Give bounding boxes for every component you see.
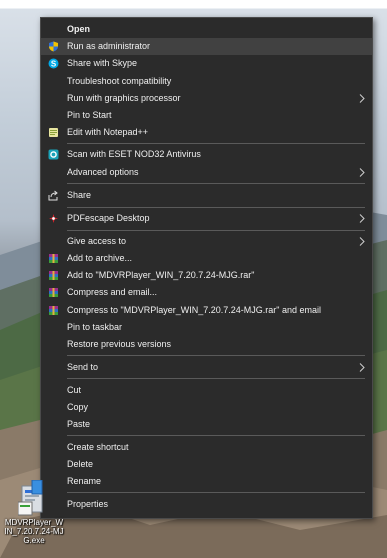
menu-item-advanced-options[interactable]: Advanced options <box>41 164 372 181</box>
menu-item-troubleshoot-compatibility[interactable]: Troubleshoot compatibility <box>41 73 372 90</box>
menu-separator <box>67 143 365 144</box>
skype-icon: S <box>48 58 59 69</box>
menu-item-label: Scan with ESET NOD32 Antivirus <box>67 149 201 159</box>
desktop-file-icon[interactable]: MDVRPlayer_WIN_7.20.7.24-MJG.exe <box>4 478 64 558</box>
menu-separator <box>67 435 365 436</box>
menu-item-label: Restore previous versions <box>67 339 172 349</box>
menu-item-label: Delete <box>67 459 94 469</box>
menu-separator <box>67 183 365 184</box>
menu-separator <box>67 355 365 356</box>
menu-item-give-access-to[interactable]: Give access to <box>41 233 372 250</box>
menu-item-label: Compress and email... <box>67 287 158 297</box>
winrar-icon <box>49 254 58 263</box>
winrar-icon <box>49 288 58 297</box>
menu-item-pin-to-taskbar[interactable]: Pin to taskbar <box>41 319 372 336</box>
menu-item-label: Share with Skype <box>67 58 138 68</box>
winrar-icon <box>49 306 58 315</box>
menu-item-label: Open <box>67 24 91 34</box>
menu-item-label: PDFescape Desktop <box>67 213 150 223</box>
chevron-right-icon <box>359 237 365 246</box>
menu-item-label: Create shortcut <box>67 442 129 452</box>
chevron-right-icon <box>359 363 365 372</box>
menu-separator <box>67 230 365 231</box>
svg-text:S: S <box>51 59 57 68</box>
menu-item-label: Copy <box>67 402 89 412</box>
menu-separator <box>67 207 365 208</box>
pdfescape-icon <box>49 214 58 223</box>
menu-item-label: Give access to <box>67 236 127 246</box>
menu-item-scan-with-eset[interactable]: Scan with ESET NOD32 Antivirus <box>41 146 372 163</box>
menu-item-share-with-skype[interactable]: S Share with Skype <box>41 55 372 72</box>
menu-item-label: Paste <box>67 419 91 429</box>
menu-item-label: Run as administrator <box>67 41 151 51</box>
menu-item-label: Troubleshoot compatibility <box>67 76 172 86</box>
uac-shield-icon <box>49 41 58 52</box>
menu-item-rename[interactable]: Rename <box>41 473 372 490</box>
menu-item-label: Properties <box>67 499 109 509</box>
notepad-plus-plus-icon <box>49 128 58 137</box>
menu-item-share[interactable]: Share <box>41 187 372 204</box>
eset-icon <box>48 149 59 160</box>
winrar-icon <box>49 271 58 280</box>
menu-item-cut[interactable]: Cut <box>41 382 372 399</box>
menu-item-delete[interactable]: Delete <box>41 456 372 473</box>
share-icon <box>48 190 58 201</box>
chevron-right-icon <box>359 214 365 223</box>
menu-item-label: Compress to "MDVRPlayer_WIN_7.20.7.24-MJ… <box>67 305 321 315</box>
menu-separator <box>67 492 365 493</box>
menu-item-label: Add to "MDVRPlayer_WIN_7.20.7.24-MJG.rar… <box>67 270 255 280</box>
menu-item-create-shortcut[interactable]: Create shortcut <box>41 439 372 456</box>
menu-item-label: Share <box>67 190 92 200</box>
menu-item-properties[interactable]: Properties <box>41 496 372 513</box>
menu-item-label: Advanced options <box>67 167 139 177</box>
menu-item-run-as-administrator[interactable]: Run as administrator <box>41 38 372 55</box>
menu-item-compress-to-rar-and-email[interactable]: Compress to "MDVRPlayer_WIN_7.20.7.24-MJ… <box>41 302 372 319</box>
setup-installer-icon <box>18 480 43 516</box>
menu-item-label: Pin to Start <box>67 110 112 120</box>
menu-item-label: Run with graphics processor <box>67 93 181 103</box>
menu-item-send-to[interactable]: Send to <box>41 359 372 376</box>
desktop-file-name: MDVRPlayer_WIN_7.20.7.24-MJG.exe <box>4 518 64 545</box>
menu-item-add-to-archive[interactable]: Add to archive... <box>41 250 372 267</box>
chevron-right-icon <box>359 94 365 103</box>
menu-item-label: Add to archive... <box>67 253 133 263</box>
context-menu: Open Run as administrator S Share with S… <box>40 17 373 519</box>
menu-item-pin-to-start[interactable]: Pin to Start <box>41 107 372 124</box>
menu-item-run-with-graphics-processor[interactable]: Run with graphics processor <box>41 90 372 107</box>
menu-item-label: Send to <box>67 362 99 372</box>
menu-item-edit-with-notepad-plus-plus[interactable]: Edit with Notepad++ <box>41 124 372 141</box>
menu-item-label: Cut <box>67 385 82 395</box>
menu-item-open[interactable]: Open <box>41 21 372 38</box>
menu-item-label: Pin to taskbar <box>67 322 123 332</box>
menu-separator <box>67 378 365 379</box>
chevron-right-icon <box>359 168 365 177</box>
menu-item-pdfescape-desktop[interactable]: PDFescape Desktop <box>41 210 372 227</box>
menu-item-paste[interactable]: Paste <box>41 416 372 433</box>
menu-item-label: Rename <box>67 476 102 486</box>
menu-item-restore-previous-versions[interactable]: Restore previous versions <box>41 336 372 353</box>
menu-item-add-to-rar[interactable]: Add to "MDVRPlayer_WIN_7.20.7.24-MJG.rar… <box>41 267 372 284</box>
menu-item-copy[interactable]: Copy <box>41 399 372 416</box>
menu-item-compress-and-email[interactable]: Compress and email... <box>41 284 372 301</box>
menu-item-label: Edit with Notepad++ <box>67 127 149 137</box>
